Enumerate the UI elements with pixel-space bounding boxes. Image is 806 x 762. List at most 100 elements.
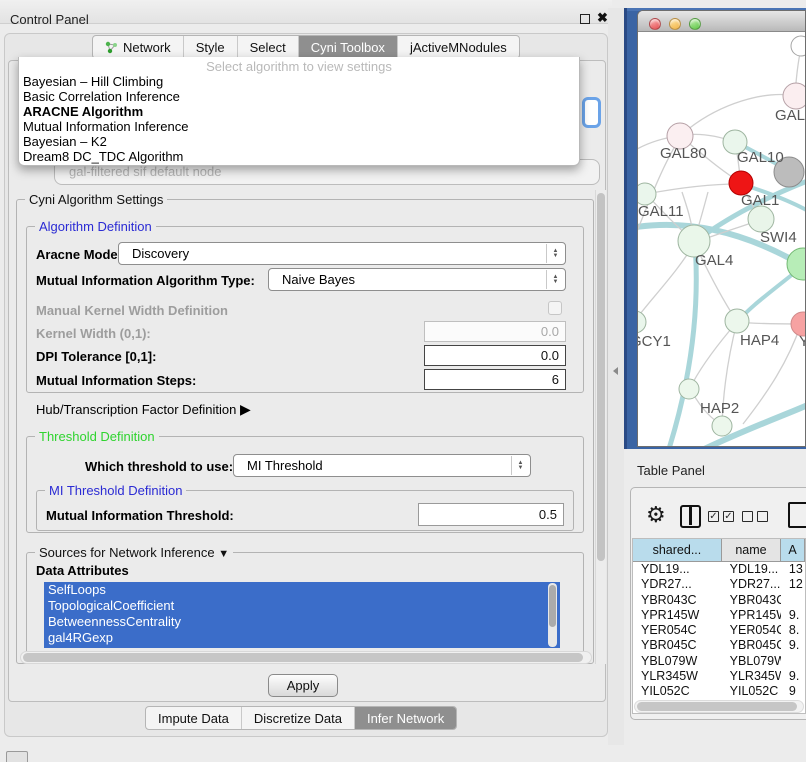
table-row[interactable]: YLR345WYLR345W9. [633,669,805,684]
threshold-definition-title: Threshold Definition [35,429,159,444]
attribute-item[interactable]: TopologicalCoefficient [44,598,560,614]
tab-discretize-data[interactable]: Discretize Data [241,707,354,729]
network-node[interactable] [791,36,806,56]
network-window-titlebar[interactable] [638,11,805,32]
kernel-width-input[interactable]: 0.0 [424,321,566,342]
control-panel-tabs: Network Style Select Cyni Toolbox jActiv… [92,35,520,59]
kernel-width-label: Kernel Width (0,1): [36,326,151,341]
node-label: HAP2 [700,400,739,417]
mi-algorithm-type-select[interactable]: Naive Bayes ▲▼ [268,268,566,291]
column-header-partial[interactable]: A [781,539,805,562]
data-attributes-list: SelfLoops TopologicalCoefficient Between… [44,582,560,648]
node-table: shared... name A YDL19...YDL19...13 YDR2… [632,538,806,714]
column-header-name[interactable]: name [722,539,781,562]
algorithm-option[interactable]: Bayesian – K2 [19,134,579,149]
settings-horizontal-scrollbar[interactable] [20,651,592,664]
network-canvas[interactable]: GAL GAL80 GAL10 GAL1 SWI4 GAL11 GAL4 GCY… [638,32,806,447]
algorithm-definition-title: Algorithm Definition [35,219,156,234]
network-node[interactable] [679,379,699,399]
attributes-vertical-scrollbar[interactable] [548,583,557,647]
node-label: Y [799,333,806,350]
select-all-checkbox-icon[interactable]: ✓ [723,511,734,522]
mi-algorithm-type-label: Mutual Information Algorithm Type: [36,273,255,288]
network-window: GAL GAL80 GAL10 GAL1 SWI4 GAL11 GAL4 GCY… [637,10,806,447]
close-icon[interactable]: ✖ [597,10,608,26]
cyni-bottom-tabs: Impute Data Discretize Data Infer Networ… [145,706,457,730]
tab-network-label: Network [123,40,171,55]
aracne-mode-select[interactable]: Discovery ▲▼ [118,242,566,265]
column-header-shared-name[interactable]: shared... [633,539,722,562]
mi-steps-input[interactable]: 6 [424,369,566,390]
attribute-item[interactable]: BetweennessCentrality [44,614,560,630]
network-node[interactable] [638,183,656,205]
attribute-item[interactable]: gal4RGexp [44,630,560,646]
mi-steps-label: Mutual Information Steps: [36,373,196,388]
table-row[interactable]: YDL19...YDL19...13 [633,562,805,577]
apply-button[interactable]: Apply [268,674,338,697]
screen: Control Panel ✖ Network Style Select Cyn… [0,0,806,762]
stepper-icon[interactable]: ▲▼ [511,456,529,475]
table-row[interactable]: YBL079WYBL079W [633,654,805,669]
table-horizontal-scrollbar[interactable] [634,700,804,713]
minimize-traffic-light-icon[interactable] [669,18,681,30]
tab-style[interactable]: Style [183,36,237,58]
sources-group-title: Sources for Network Inference ▼ [35,545,233,560]
stepper-icon[interactable]: ▲▼ [546,270,564,289]
gear-icon[interactable]: ⚙ [646,502,666,528]
zoom-traffic-light-icon[interactable] [689,18,701,30]
algorithm-option-selected[interactable]: ARACNE Algorithm [19,104,579,119]
which-threshold-label: Which threshold to use: [85,459,233,474]
panel-collapse-arrow-icon[interactable] [613,367,618,375]
export-table-icon[interactable] [788,502,806,528]
algorithm-dropdown-list: Select algorithm to view settings Bayesi… [18,57,580,166]
settings-vertical-scrollbar[interactable] [595,190,606,664]
float-window-icon[interactable] [580,14,590,24]
dpi-tolerance-input[interactable]: 0.0 [424,345,566,366]
focused-control-fragment [582,97,601,128]
stepper-icon[interactable]: ▲▼ [546,244,564,263]
algorithm-option[interactable]: Bayesian – Hill Climbing [19,74,579,89]
network-node[interactable] [638,311,646,333]
tab-jactivemnodules[interactable]: jActiveMNodules [397,36,519,58]
close-traffic-light-icon[interactable] [649,18,661,30]
control-panel-title: Control Panel [10,12,89,27]
table-row[interactable]: YIL052CYIL052C9 [633,684,805,699]
deselect-checkbox-icon[interactable] [742,511,753,522]
control-panel-titlebar [0,0,612,24]
table-row[interactable]: YER054CYER054C8. [633,623,805,638]
tab-network[interactable]: Network [93,36,183,58]
bottom-left-panel-icon[interactable] [6,751,28,762]
collapse-down-icon[interactable]: ▼ [218,548,229,560]
expand-right-icon[interactable]: ▶ [240,401,251,417]
mi-threshold-input[interactable]: 0.5 [418,503,564,526]
algorithm-option[interactable]: Dream8 DC_TDC Algorithm [19,149,579,164]
algorithm-option[interactable]: Mutual Information Inference [19,119,579,134]
network-node[interactable] [725,309,749,333]
select-all-checkbox-icon[interactable]: ✓ [708,511,719,522]
panel-gap [608,8,624,745]
table-panel-title: Table Panel [637,463,705,478]
node-label: GAL4 [695,252,733,269]
manual-kernel-checkbox[interactable] [548,301,562,315]
hub-definition-toggle[interactable]: Hub/Transcription Factor Definition ▶ [36,401,251,418]
node-label: GCY1 [638,333,671,350]
tab-cyni-toolbox[interactable]: Cyni Toolbox [298,36,397,58]
deselect-checkbox-icon[interactable] [757,511,768,522]
table-row[interactable]: YPR145WYPR145W9. [633,608,805,623]
manual-kernel-label: Manual Kernel Width Definition [36,303,228,318]
which-threshold-select[interactable]: MI Threshold ▲▼ [233,454,531,477]
attribute-item[interactable]: SelfLoops [44,582,560,598]
tab-select[interactable]: Select [237,36,298,58]
table-row[interactable]: YBR043CYBR043C [633,593,805,608]
network-node[interactable] [712,416,732,436]
network-graph: GAL GAL80 GAL10 GAL1 SWI4 GAL11 GAL4 GCY… [638,32,806,447]
node-label: SWI4 [760,229,797,246]
tab-infer-network[interactable]: Infer Network [354,707,456,729]
columns-icon[interactable] [680,505,701,528]
table-row[interactable]: YDR27...YDR27...12 [633,577,805,592]
network-node[interactable] [783,83,806,109]
tab-impute-data[interactable]: Impute Data [146,707,241,729]
node-label: HAP4 [740,332,779,349]
table-row[interactable]: YBR045CYBR045C9. [633,638,805,653]
algorithm-option[interactable]: Basic Correlation Inference [19,89,579,104]
